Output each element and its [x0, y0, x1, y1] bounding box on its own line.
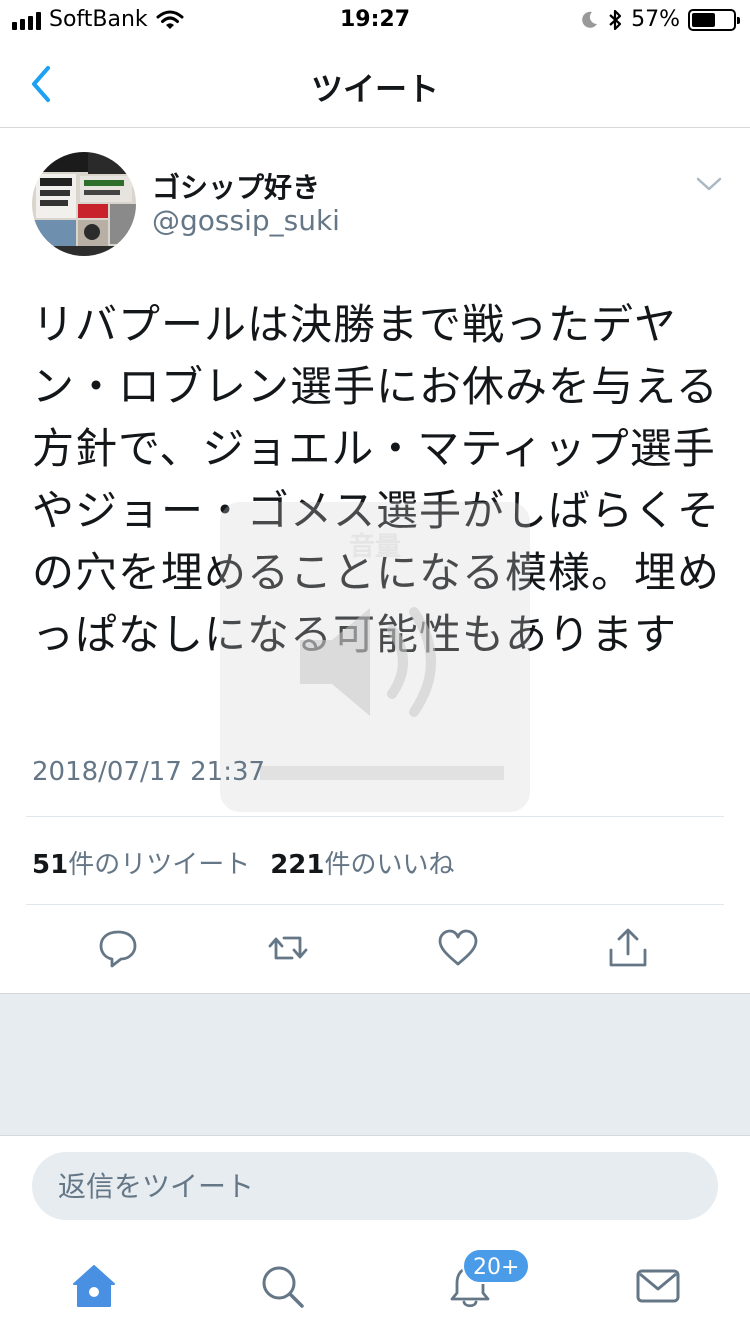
status-bar: SoftBank 19:27 57%: [0, 0, 750, 40]
author-name[interactable]: ゴシップ好き: [152, 166, 320, 206]
retweet-icon[interactable]: [266, 926, 310, 970]
tweet-stats: 51 件のリツイート 221 件のいいね: [32, 844, 475, 881]
bluetooth-icon: [609, 9, 622, 30]
volume-level-track: [260, 766, 504, 780]
tweet-detail-screen: SoftBank 19:27 57% ツイート ゴシップ好き @gossip_s…: [0, 0, 750, 1334]
nav-bar: ツイート: [0, 40, 750, 128]
tweet-timestamp: 2018/07/17 21:37: [32, 757, 266, 787]
page-title: ツイート: [310, 70, 439, 108]
notification-badge: 20+: [462, 1248, 531, 1284]
retweet-count-label[interactable]: 件のリツイート: [68, 844, 250, 881]
volume-overlay: 音量: [220, 502, 530, 812]
volume-title: 音量: [348, 532, 401, 562]
battery-level: [692, 12, 715, 27]
avatar-image: [32, 152, 136, 256]
divider: [26, 816, 724, 817]
chevron-down-icon[interactable]: [694, 172, 724, 196]
search-icon[interactable]: [258, 1262, 306, 1310]
tab-bar: [0, 1236, 750, 1334]
home-icon[interactable]: [70, 1262, 118, 1310]
envelope-icon[interactable]: [634, 1262, 682, 1310]
share-icon[interactable]: [606, 926, 650, 970]
moon-icon: [582, 11, 598, 28]
battery-percent: 57%: [631, 7, 680, 32]
heart-icon[interactable]: [436, 926, 480, 970]
avatar[interactable]: [32, 152, 136, 256]
like-count[interactable]: 221: [270, 850, 324, 880]
replies-area: [0, 993, 750, 1136]
reply-input[interactable]: [32, 1152, 718, 1220]
speaker-icon: [300, 607, 436, 717]
tweet-actions: [0, 904, 750, 992]
reply-icon[interactable]: [96, 926, 140, 970]
status-right: 57%: [579, 7, 740, 32]
author-handle[interactable]: @gossip_suki: [152, 204, 340, 237]
like-count-label[interactable]: 件のいいね: [324, 844, 454, 881]
battery-icon: [688, 8, 740, 31]
retweet-count[interactable]: 51: [32, 850, 68, 880]
